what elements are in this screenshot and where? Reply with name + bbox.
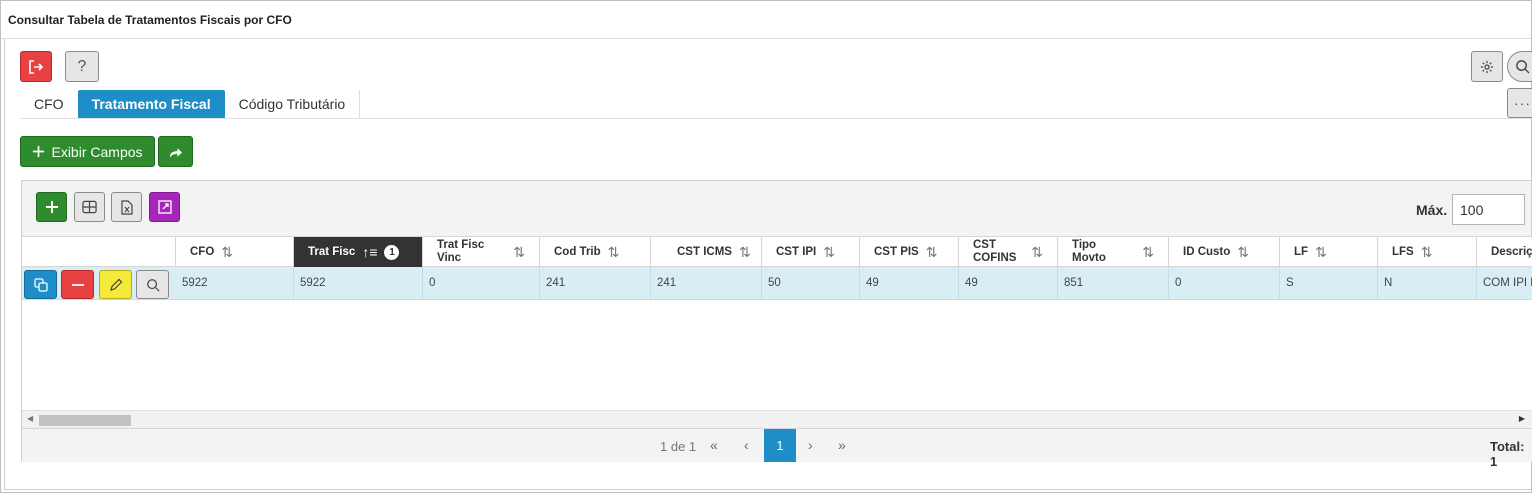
delete-row-button[interactable] — [61, 270, 94, 299]
sort-ascending-icon: ↑≡ — [362, 243, 378, 260]
column-header-cst-ipi[interactable]: CST IPI ⇅ — [762, 237, 860, 267]
table-row[interactable]: 5922 5922 0 241 241 50 49 49 851 0 S N C… — [22, 267, 1532, 300]
total-count: Total: 1 — [1490, 439, 1525, 469]
cell-cst-icms: 241 — [651, 267, 762, 299]
column-header-descricao[interactable]: Descriç — [1477, 237, 1532, 267]
search-icon — [1516, 60, 1530, 74]
expand-button[interactable] — [149, 192, 180, 222]
share-arrow-icon — [169, 147, 183, 158]
sort-icon: ⇅ — [823, 243, 835, 260]
column-header-cst-pis[interactable]: CST PIS ⇅ — [860, 237, 959, 267]
view-row-button[interactable] — [136, 270, 169, 299]
column-header-lf[interactable]: LF ⇅ — [1280, 237, 1378, 267]
previous-page-icon[interactable]: ‹ — [744, 437, 749, 453]
horizontal-scrollbar[interactable]: ◀ ▶ — [22, 410, 1532, 428]
column-header-cst-icms[interactable]: CST ICMS ⇅ — [651, 237, 762, 267]
cell-lf: S — [1280, 267, 1378, 299]
share-button[interactable] — [158, 136, 193, 167]
sort-icon: ⇅ — [1420, 243, 1433, 260]
sort-icon: ⇅ — [607, 243, 620, 260]
grid-empty-area — [22, 300, 1532, 410]
first-page-icon[interactable]: « — [710, 437, 718, 453]
export-excel-button[interactable] — [111, 192, 142, 222]
columns-button[interactable] — [74, 192, 105, 222]
cell-trat-fisc: 5922 — [294, 267, 423, 299]
cell-id-custo: 0 — [1169, 267, 1280, 299]
current-page-button[interactable]: 1 — [764, 429, 796, 462]
tab-cfo[interactable]: CFO — [20, 90, 78, 118]
column-header-lfs[interactable]: LFS ⇅ — [1378, 237, 1477, 267]
column-header-trat-fisc-vinc[interactable]: Trat Fisc Vinc ⇅ — [423, 237, 540, 267]
add-record-button[interactable] — [36, 192, 67, 222]
search-icon — [146, 278, 160, 292]
cell-descricao: COM IPI E — [1483, 277, 1532, 289]
app-window: Consultar Tabela de Tratamentos Fiscais … — [0, 0, 1532, 493]
cell-cst-ipi: 50 — [762, 267, 860, 299]
actions-column-header — [22, 237, 176, 267]
help-button[interactable]: ? — [65, 51, 99, 82]
gear-icon — [1480, 60, 1494, 73]
sort-icon: ⇅ — [1142, 243, 1154, 260]
plus-icon — [45, 201, 58, 213]
exit-icon — [29, 59, 44, 74]
tab-divider — [20, 118, 1532, 119]
more-options-button[interactable]: ··· — [1507, 88, 1532, 118]
window-title: Consultar Tabela de Tratamentos Fiscais … — [1, 1, 1531, 39]
cell-lfs: N — [1378, 267, 1477, 299]
column-header-cod-trib[interactable]: Cod Trib ⇅ — [540, 237, 651, 267]
column-header-tipo-movto[interactable]: Tipo Movto ⇅ — [1058, 237, 1169, 267]
column-header-id-custo[interactable]: ID Custo ⇅ — [1169, 237, 1280, 267]
column-header-trat-fisc[interactable]: Trat Fisc ↑≡ 1 — [294, 237, 423, 267]
cell-cfo: 5922 — [176, 267, 294, 299]
sort-icon: ⇅ — [738, 243, 751, 260]
sort-icon: ⇅ — [513, 243, 525, 260]
pagination-bar: 1 de 1 « ‹ 1 › » Total: 1 — [22, 428, 1532, 469]
sort-icon: ⇅ — [1237, 243, 1250, 260]
help-icon: ? — [77, 57, 87, 75]
cell-trat-fisc-vinc: 0 — [423, 267, 540, 299]
grid-icon — [82, 200, 97, 214]
tab-bar: CFO Tratamento Fiscal Código Tributário — [20, 90, 361, 119]
cell-tipo-movto: 851 — [1058, 267, 1169, 299]
exibir-campos-label: Exibir Campos — [51, 143, 143, 160]
data-grid: Máx. 100 CFO ⇅ Trat Fisc ↑≡ 1 Trat Fisc Vin… — [21, 180, 1532, 469]
plus-icon — [33, 145, 45, 158]
sort-icon: ⇅ — [221, 243, 234, 260]
last-page-icon[interactable]: » — [838, 437, 846, 453]
sort-order-badge: 1 — [384, 244, 400, 260]
copy-icon — [33, 277, 48, 292]
max-records-input[interactable]: 100 — [1452, 194, 1525, 225]
excel-file-icon — [120, 199, 133, 215]
main-content: ? ··· CFO Tratamento Fiscal Código Tribu… — [4, 39, 1532, 490]
cell-cod-trib: 241 — [540, 267, 651, 299]
scrollbar-thumb[interactable] — [39, 415, 131, 426]
copy-row-button[interactable] — [24, 270, 57, 299]
column-header-cfo[interactable]: CFO ⇅ — [176, 237, 294, 267]
edit-row-button[interactable] — [99, 270, 132, 299]
pencil-icon — [109, 278, 122, 291]
sort-icon: ⇅ — [1315, 243, 1327, 260]
sort-icon: ⇅ — [1031, 243, 1043, 260]
scroll-right-icon[interactable]: ▶ — [1519, 414, 1525, 423]
exit-button[interactable] — [20, 51, 52, 82]
tab-tratamento-fiscal[interactable]: Tratamento Fiscal — [77, 90, 225, 118]
expand-icon — [157, 200, 172, 214]
settings-button[interactable] — [1471, 51, 1503, 82]
scroll-left-icon[interactable]: ◀ — [27, 414, 33, 423]
minus-icon — [71, 283, 84, 286]
page-info: 1 de 1 — [660, 439, 697, 454]
cell-cst-cofins: 49 — [959, 267, 1058, 299]
tab-codigo-tributario[interactable]: Código Tributário — [225, 90, 361, 118]
max-label: Máx. — [1416, 202, 1448, 218]
table-header: CFO ⇅ Trat Fisc ↑≡ 1 Trat Fisc Vinc ⇅ Cod Tr… — [22, 236, 1532, 267]
search-button[interactable] — [1507, 51, 1532, 82]
more-icon: ··· — [1514, 95, 1531, 111]
cell-cst-pis: 49 — [860, 267, 959, 299]
column-header-cst-cofins[interactable]: CST COFINS ⇅ — [959, 237, 1058, 267]
next-page-icon[interactable]: › — [808, 437, 813, 453]
exibir-campos-button[interactable]: Exibir Campos — [20, 136, 155, 167]
sort-icon: ⇅ — [925, 243, 938, 260]
